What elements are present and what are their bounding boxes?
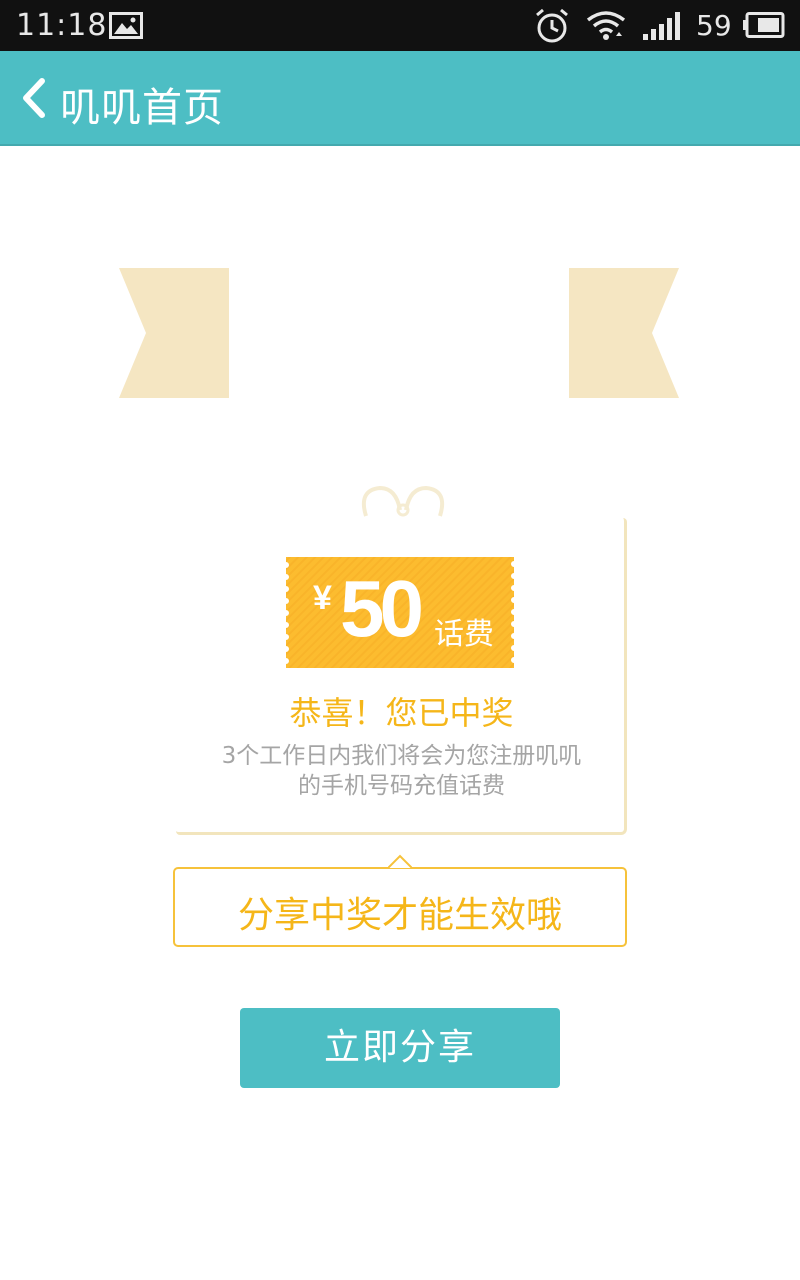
- coupon-amount: 50: [340, 564, 424, 653]
- prize-description-line2: 的手机号码充值话费: [298, 773, 505, 799]
- back-button[interactable]: [14, 73, 54, 123]
- picture-icon: [109, 12, 143, 39]
- signal-icon: [643, 12, 680, 40]
- battery-level: 59: [696, 9, 732, 42]
- share-now-button[interactable]: 立即分享: [240, 1008, 560, 1088]
- status-time: 11:18: [16, 8, 108, 43]
- ribbon-left-decoration: [119, 268, 229, 398]
- congrats-text: 恭喜！您已中奖: [289, 694, 514, 732]
- coupon-unit: 话费: [434, 617, 494, 652]
- share-hint-box: 分享中奖才能生效哦: [173, 867, 627, 947]
- prize-description-line1: 3个工作日内我们将会为您注册叽叽: [221, 743, 582, 769]
- ribbon-right-decoration: [569, 268, 679, 398]
- battery-icon: [743, 12, 785, 38]
- hint-arrow-icon: [388, 854, 412, 869]
- prize-coupon: ¥ 50 话费: [280, 557, 520, 668]
- gift-bow-icon: [361, 485, 445, 517]
- page-title: 叽叽首页: [60, 85, 224, 131]
- status-bar: 11:18 59: [0, 0, 800, 51]
- app-header: 叽叽首页: [0, 51, 800, 146]
- alarm-icon: [536, 8, 568, 43]
- wifi-icon: [586, 11, 626, 40]
- coupon-currency: ¥: [313, 579, 332, 617]
- share-hint-text: 分享中奖才能生效哦: [237, 895, 562, 936]
